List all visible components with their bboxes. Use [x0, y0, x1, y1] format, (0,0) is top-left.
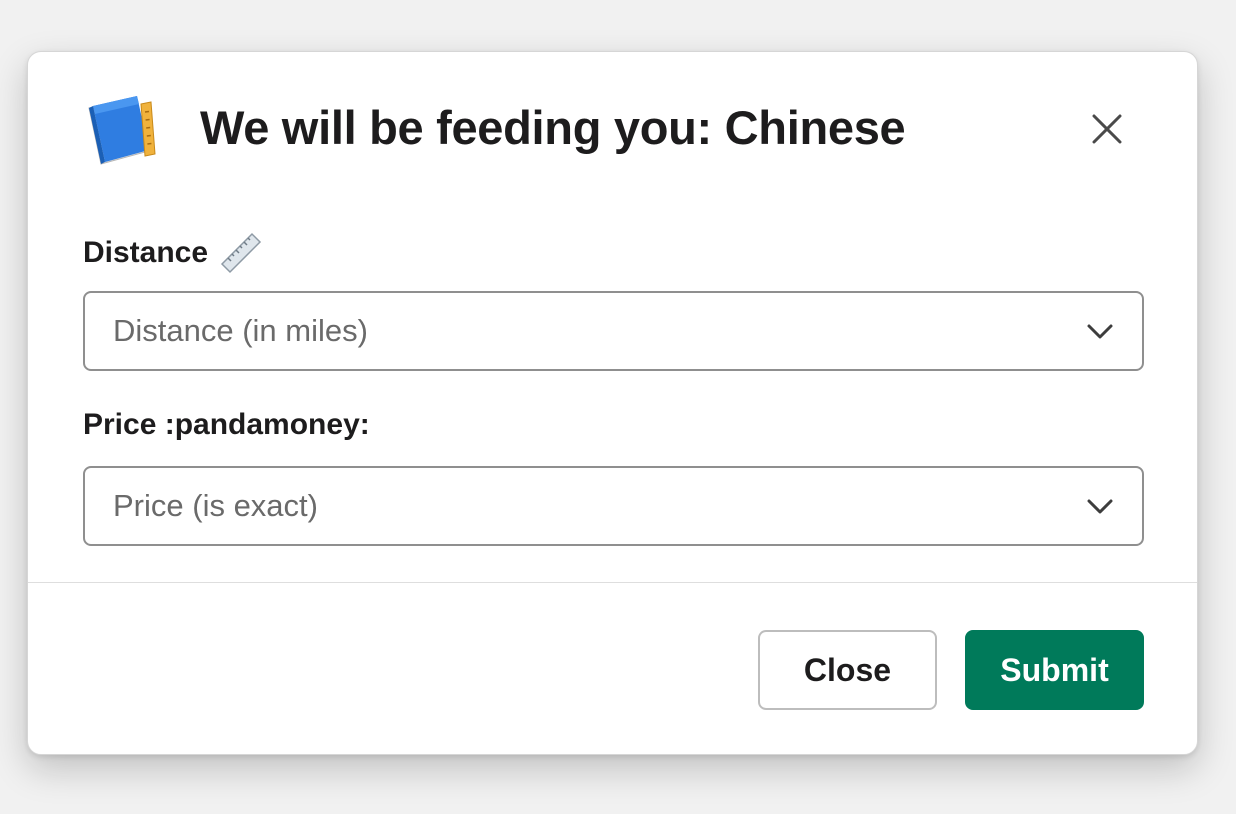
price-select-placeholder: Price (is exact): [113, 488, 318, 523]
distance-select-placeholder: Distance (in miles): [113, 313, 368, 348]
chevron-down-icon: [1086, 495, 1114, 517]
close-button[interactable]: Close: [758, 630, 937, 710]
notebook-ruler-icon: [83, 94, 163, 168]
modal-header: We will be feeding you: Chinese: [28, 52, 1197, 202]
footer-divider: [28, 582, 1197, 583]
modal-dialog: We will be feeding you: Chinese Distance…: [27, 51, 1198, 755]
price-label: Price :pandamoney:: [83, 408, 370, 442]
straight-ruler-icon: [218, 230, 264, 276]
chevron-down-icon: [1086, 320, 1114, 342]
price-label-text: Price :pandamoney:: [83, 408, 370, 441]
close-icon[interactable]: [1088, 110, 1126, 148]
distance-label: Distance: [83, 230, 264, 276]
distance-label-text: Distance: [83, 236, 209, 269]
price-select[interactable]: Price (is exact): [83, 466, 1144, 546]
distance-select[interactable]: Distance (in miles): [83, 291, 1144, 371]
submit-button[interactable]: Submit: [965, 630, 1144, 710]
modal-title: We will be feeding you: Chinese: [200, 101, 906, 154]
